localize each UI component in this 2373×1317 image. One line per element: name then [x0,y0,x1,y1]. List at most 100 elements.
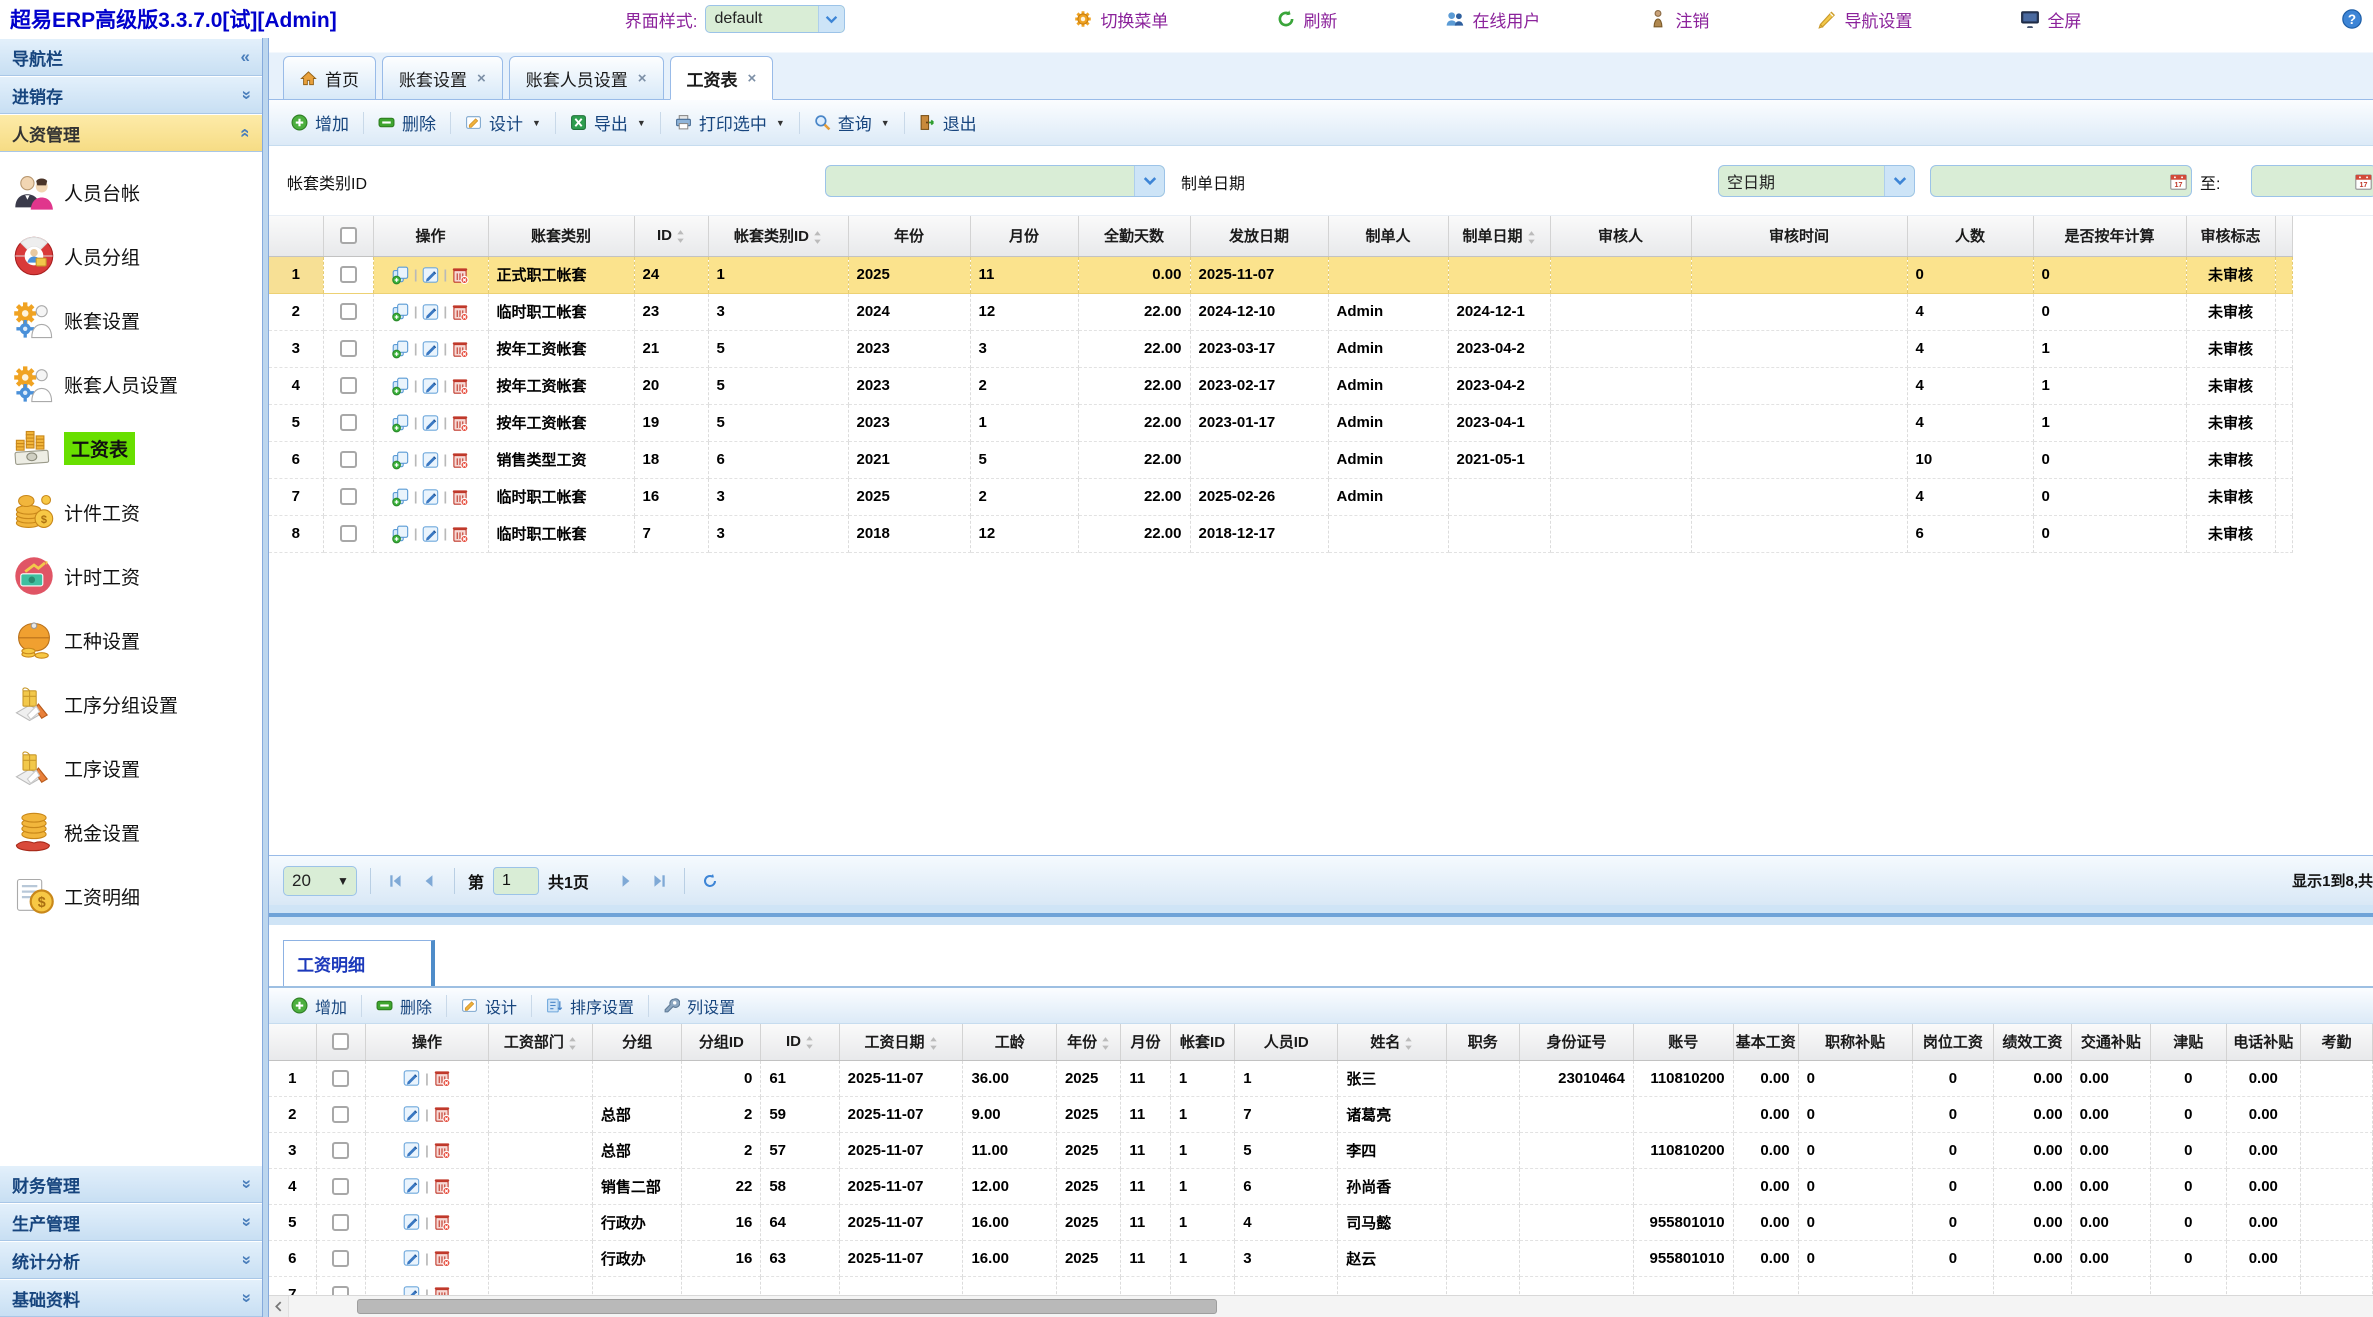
tab-salary-detail[interactable]: 工资明细 [283,940,435,986]
sort-arrows-icon[interactable] [676,229,685,244]
select-all-checkbox[interactable] [332,1033,349,1050]
edit-row-button[interactable] [421,413,441,433]
exit-button[interactable]: 退出 [911,106,985,139]
sort-arrows-icon[interactable] [805,1035,814,1050]
column-header-perf_salary[interactable]: 绩效工资 [1994,1024,2072,1060]
edit-row-button[interactable] [402,1068,422,1088]
delete-row-button[interactable] [432,1212,452,1232]
column-header-id[interactable]: ID [634,216,708,256]
column-header-check[interactable] [323,216,373,256]
table-row[interactable]: 4||按年工资帐套2052023222.002023-02-17Admin202… [269,367,2292,404]
top-action-logout[interactable]: 注销 [1648,7,1709,32]
design-button[interactable]: 设计▼ [457,106,549,139]
sort-arrows-icon[interactable] [1527,230,1536,245]
edit-row-button[interactable] [402,1248,422,1268]
add-button[interactable]: 增加 [283,106,357,139]
column-header-month[interactable]: 月份 [970,216,1078,256]
column-header-salary_dept[interactable]: 工资部门 [488,1024,592,1060]
column-header-year[interactable]: 年份 [848,216,970,256]
table-row[interactable]: 1||正式职工帐套2412025110.002025-11-0700未审核 [269,256,2292,293]
column-header-group_id[interactable]: 分组ID [682,1024,761,1060]
column-header-year[interactable]: 年份 [1056,1024,1120,1060]
sort-arrows-icon[interactable] [813,230,822,245]
edit-row-button[interactable] [421,450,441,470]
sidebar-item-process-group-setting[interactable]: 工序分组设置 [0,672,262,736]
edit-row-button[interactable] [421,302,441,322]
column-header-traffic_allowance[interactable]: 交通补贴 [2071,1024,2150,1060]
row-checkbox[interactable] [332,1142,349,1159]
column-header-audit_flag[interactable]: 审核标志 [2186,216,2275,256]
column-header-phone_allowance[interactable]: 电话补贴 [2226,1024,2301,1060]
table-row[interactable]: 5|行政办16642025-11-0716.0020251114司马懿95580… [269,1204,2373,1240]
column-header-salary_date[interactable]: 工资日期 [839,1024,963,1060]
sidebar-item-job-type-setting[interactable]: 工种设置 [0,608,262,672]
edit-row-button[interactable] [421,265,441,285]
column-header-duty[interactable]: 职务 [1446,1024,1520,1060]
sort-arrows-icon[interactable] [1404,1036,1413,1051]
column-header-group[interactable]: 分组 [592,1024,682,1060]
copy-row-button[interactable] [391,450,411,470]
sidebar-item-account-set[interactable]: 账套设置 [0,288,262,352]
account-type-id-combo[interactable] [825,165,1165,197]
sort-arrows-icon[interactable] [568,1036,577,1051]
page-number-input[interactable]: 1 [493,867,539,895]
sidebar-splitter[interactable] [262,38,269,1317]
row-checkbox[interactable] [340,377,357,394]
column-header-auditor[interactable]: 审核人 [1550,216,1691,256]
sidebar-item-salary-detail[interactable]: $工资明细 [0,864,262,928]
copy-row-button[interactable] [391,339,411,359]
row-checkbox[interactable] [340,414,357,431]
copy-row-button[interactable] [391,487,411,507]
next-page-button[interactable] [614,869,638,893]
top-action-refresh[interactable]: 刷新 [1276,7,1337,32]
ui-style-select[interactable]: default [705,5,845,33]
sidebar-item-personnel-group[interactable]: 人员分组 [0,224,262,288]
delete-row-button[interactable] [450,524,470,544]
empty-date-combo[interactable]: 空日期 [1718,165,1915,197]
column-header-calc_by_year[interactable]: 是否按年计算 [2033,216,2186,256]
sidebar-item-payroll-sheet[interactable]: 工资表 [0,416,262,480]
page-size-select[interactable]: 20 ▼ [283,866,357,896]
sidebar-item-tax-setting[interactable]: 税金设置 [0,800,262,864]
edit-row-button[interactable] [421,376,441,396]
help-button[interactable]: ? [2341,8,2363,30]
row-checkbox[interactable] [340,525,357,542]
date-from-input[interactable]: 17 [1930,165,2192,197]
column-header-audit_time[interactable]: 审核时间 [1691,216,1907,256]
sidebar-header-navbar[interactable]: 导航栏 « [0,38,262,76]
tab-account-set[interactable]: 账套设置× [382,56,503,100]
delete-row-button[interactable] [450,302,470,322]
sort-arrows-icon[interactable] [929,1036,938,1051]
sidebar-item-personnel-ledger[interactable]: 人员台帐 [0,160,262,224]
table-row[interactable]: 8||临时职工帐套7320181222.002018-12-1760未审核 [269,515,2292,552]
column-header-full_attendance_days[interactable]: 全勤天数 [1078,216,1190,256]
column-setting-button[interactable]: 列设置 [655,990,743,1022]
delete-row-button[interactable] [450,413,470,433]
delete-button[interactable]: 删除 [368,990,440,1022]
row-checkbox[interactable] [332,1250,349,1267]
sidebar-item-time-wage[interactable]: 计时工资 [0,544,262,608]
column-header-check[interactable] [316,1024,365,1060]
sidebar-section-base-data[interactable]: 基础资料« [0,1279,262,1317]
sidebar-section-statistics[interactable]: 统计分析« [0,1241,262,1279]
sort-arrows-icon[interactable] [1101,1036,1110,1051]
delete-row-button[interactable] [432,1068,452,1088]
copy-row-button[interactable] [391,413,411,433]
design-button[interactable]: 设计 [453,990,525,1022]
sidebar-section-hr-management[interactable]: 人资管理 « [0,114,262,152]
column-header-maker[interactable]: 制单人 [1328,216,1448,256]
row-checkbox[interactable] [340,266,357,283]
row-checkbox[interactable] [340,488,357,505]
copy-row-button[interactable] [391,302,411,322]
table-row[interactable]: 2||临时职工帐套23320241222.002024-12-10Admin20… [269,293,2292,330]
row-checkbox[interactable] [340,340,357,357]
edit-row-button[interactable] [402,1176,422,1196]
column-header-ops[interactable]: 操作 [373,216,488,256]
column-header-post_salary[interactable]: 岗位工资 [1912,1024,1993,1060]
column-header-bank_account[interactable]: 账号 [1633,1024,1733,1060]
top-action-online-users[interactable]: 在线用户 [1445,7,1540,32]
date-to-input[interactable]: 17 [2251,165,2373,197]
column-header-people_count[interactable]: 人数 [1907,216,2033,256]
edit-row-button[interactable] [421,524,441,544]
column-header-name[interactable]: 姓名 [1338,1024,1446,1060]
